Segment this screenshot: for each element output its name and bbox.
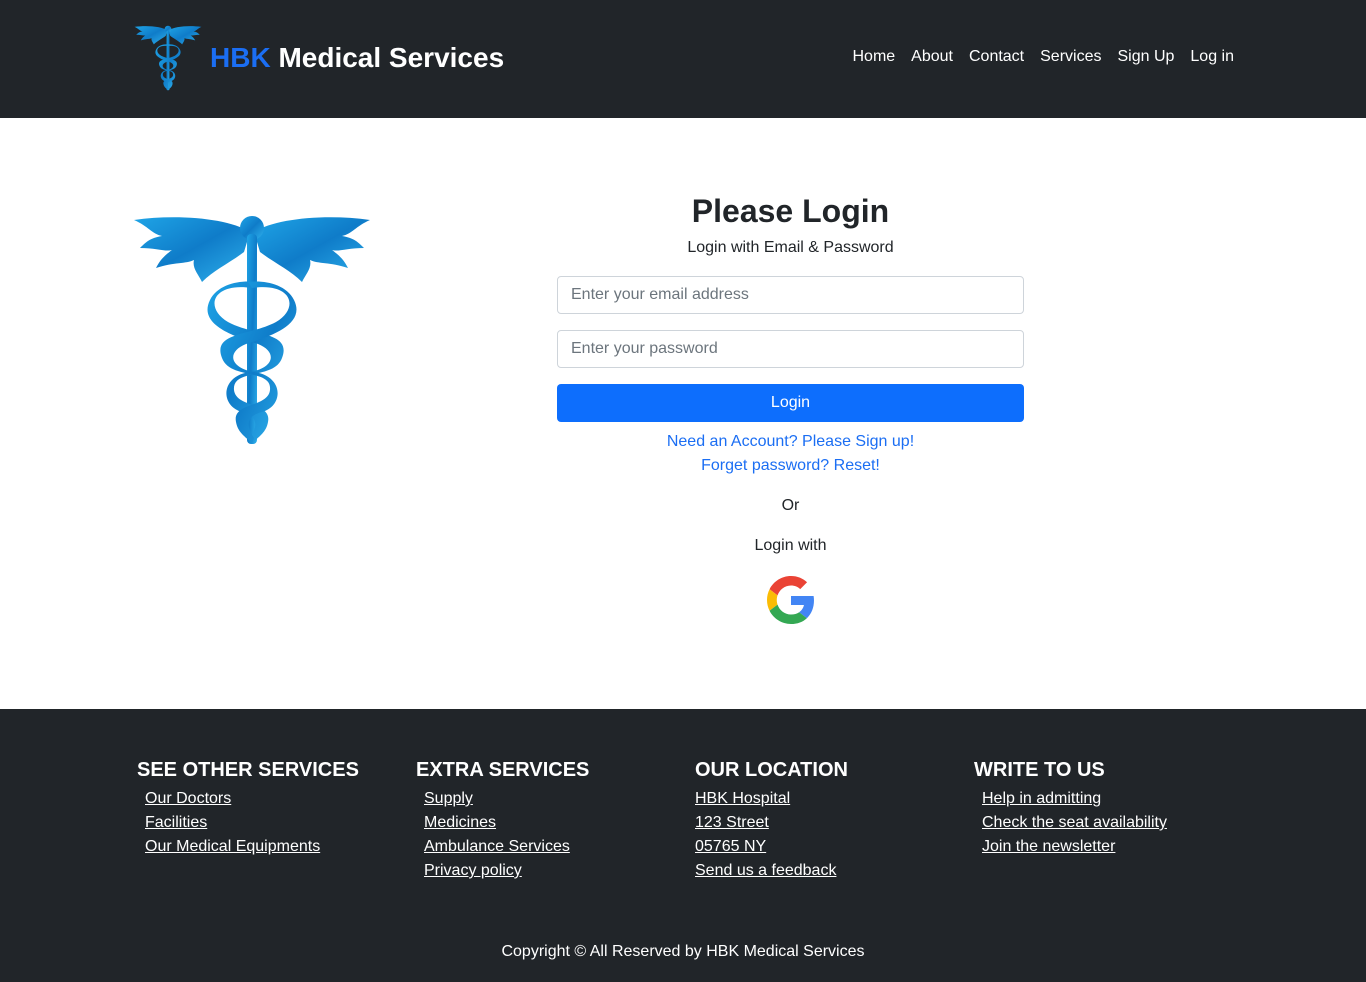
footer-link-help-admitting[interactable]: Help in admitting	[982, 790, 1101, 807]
nav-sign-up[interactable]: Sign Up	[1117, 48, 1174, 66]
footer: SEE OTHER SERVICES Our Doctors Facilitie…	[0, 709, 1366, 982]
or-divider-text: Or	[781, 497, 800, 514]
page-title: Please Login	[691, 193, 890, 229]
footer-link-medical-equipments[interactable]: Our Medical Equipments	[145, 838, 320, 855]
email-field[interactable]	[557, 276, 1024, 314]
nav-about[interactable]: About	[911, 48, 953, 66]
caduceus-icon	[132, 212, 372, 448]
footer-heading: SEE OTHER SERVICES	[137, 759, 359, 781]
login-form: Please Login Login with Email & Password…	[557, 190, 1024, 624]
main-nav: Home About Contact Services Sign Up Log …	[852, 48, 1234, 66]
footer-heading: EXTRA SERVICES	[416, 759, 590, 781]
footer-link-medicines[interactable]: Medicines	[424, 814, 496, 831]
brand-rest-text: Medical Services	[270, 42, 505, 73]
login-with-text: Login with	[754, 537, 827, 554]
brand-accent-text: HBK	[210, 42, 271, 73]
footer-column-write-to-us: WRITE TO US Help in admitting Check the …	[974, 757, 1244, 859]
nav-contact[interactable]: Contact	[969, 48, 1024, 66]
footer-column-extra-services: EXTRA SERVICES Supply Medicines Ambulanc…	[416, 757, 686, 883]
footer-column-location: OUR LOCATION HBK Hospital 123 Street 057…	[695, 757, 965, 883]
signup-link[interactable]: Need an Account? Please Sign up!	[557, 430, 1024, 454]
footer-link-our-doctors[interactable]: Our Doctors	[145, 790, 231, 807]
footer-link-facilities[interactable]: Facilities	[145, 814, 207, 831]
login-button[interactable]: Login	[557, 384, 1024, 422]
brand[interactable]: HBK Medical Services	[134, 24, 504, 92]
login-subtitle: Login with Email & Password	[687, 239, 894, 256]
nav-services[interactable]: Services	[1040, 48, 1101, 66]
password-field[interactable]	[557, 330, 1024, 368]
footer-link-ambulance-services[interactable]: Ambulance Services	[424, 838, 570, 855]
footer-link-hospital[interactable]: HBK Hospital	[695, 790, 790, 807]
caduceus-icon	[134, 24, 202, 92]
footer-link-street[interactable]: 123 Street	[695, 814, 769, 831]
footer-link-seat-availability[interactable]: Check the seat availability	[982, 814, 1167, 831]
nav-home[interactable]: Home	[852, 48, 895, 66]
footer-heading: OUR LOCATION	[695, 759, 848, 781]
top-navbar: HBK Medical Services Home About Contact …	[0, 0, 1366, 118]
footer-link-privacy-policy[interactable]: Privacy policy	[424, 862, 522, 879]
google-icon[interactable]	[766, 576, 815, 624]
footer-link-supply[interactable]: Supply	[424, 790, 473, 807]
footer-heading: WRITE TO US	[974, 759, 1105, 781]
brand-name: HBK Medical Services	[210, 42, 504, 74]
footer-column-other-services: SEE OTHER SERVICES Our Doctors Facilitie…	[137, 757, 407, 859]
footer-link-feedback[interactable]: Send us a feedback	[695, 862, 836, 879]
copyright-text: Copyright © All Reserved by HBK Medical …	[501, 943, 865, 960]
nav-log-in[interactable]: Log in	[1190, 48, 1234, 66]
footer-link-newsletter[interactable]: Join the newsletter	[982, 838, 1115, 855]
reset-password-link[interactable]: Forget password? Reset!	[557, 454, 1024, 478]
footer-link-zip[interactable]: 05765 NY	[695, 838, 766, 855]
